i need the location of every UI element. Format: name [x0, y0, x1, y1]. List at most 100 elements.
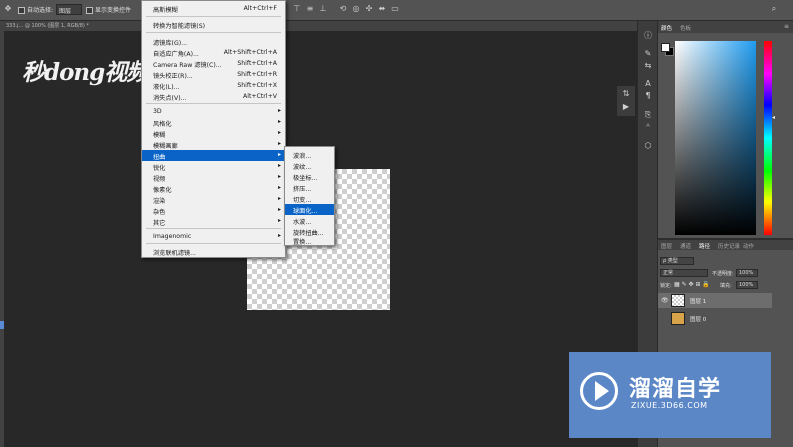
lock-label: 锁定:	[660, 283, 672, 289]
menu-item-video[interactable]: 视频 ▸	[142, 172, 285, 183]
submenu-item-pinch[interactable]: 挤压...	[285, 182, 334, 193]
play-icon[interactable]: ▶	[620, 102, 632, 112]
color-picker-field[interactable]	[675, 41, 756, 235]
submenu-item-polar-coordinates[interactable]: 极坐标...	[285, 171, 334, 182]
tab-channels[interactable]: 通道	[680, 242, 691, 250]
color-panel-tabs: 颜色 色板 ≡	[658, 21, 793, 33]
lock-icons[interactable]: ▦ ✎ ✥ ⊞ 🔒	[674, 281, 710, 288]
menu-item-lens-correction[interactable]: 镜头校正(R)... Shift+Ctrl+R	[142, 69, 285, 80]
auto-select-checkbox[interactable]: 自动选择:	[18, 5, 53, 14]
tab-layers-0[interactable]: 图层	[661, 242, 672, 250]
align-top-icon[interactable]: ⊤	[292, 4, 302, 14]
menu-item-render[interactable]: 渲染 ▸	[142, 194, 285, 205]
submenu-arrow-icon: ▸	[277, 232, 281, 239]
submenu-arrow-icon: ▸	[277, 151, 281, 158]
document-tab[interactable]: 333.j... @ 100% (图层 1, RGB/8) *	[6, 22, 89, 29]
brush-icon[interactable]: ✎	[642, 49, 654, 59]
submenu-arrow-icon: ▸	[277, 195, 281, 202]
filter-menu: 高斯模糊 Alt+Ctrl+F 转换为智能滤镜(S) 滤镜库(G)... 自适应广…	[141, 0, 286, 258]
menu-item-blur[interactable]: 模糊 ▸	[142, 128, 285, 139]
show-transform-checkbox[interactable]: 显示变换控件	[86, 5, 131, 14]
menu-item-noise[interactable]: 杂色 ▸	[142, 205, 285, 216]
visibility-eye-icon[interactable]: 👁	[661, 297, 669, 304]
menu-item-blur-gallery[interactable]: 模糊画廊 ▸	[142, 139, 285, 150]
opacity-label: 不透明度:	[712, 271, 734, 277]
hue-slider[interactable]	[764, 41, 772, 235]
layer-thumbnail	[671, 312, 685, 325]
menu-separator	[146, 32, 281, 33]
menu-separator	[146, 228, 281, 229]
submenu-arrow-icon: ▸	[277, 206, 281, 213]
auto-select-dropdown[interactable]: 图层	[56, 4, 82, 15]
menu-item-imagenomic[interactable]: Imagenomic ▸	[142, 231, 285, 242]
menu-separator	[146, 16, 281, 17]
menu-item-vanishing-point[interactable]: 消失点(V)... Alt+Ctrl+V	[142, 91, 285, 102]
submenu-item-shear[interactable]: 切变...	[285, 193, 334, 204]
menu-item-sharpen[interactable]: 锐化 ▸	[142, 161, 285, 172]
fill-input[interactable]: 100%	[736, 281, 758, 289]
layer-row-0[interactable]: 图层 0	[658, 311, 772, 326]
submenu-arrow-icon: ▸	[277, 118, 281, 125]
search-icon[interactable]: ⌕	[769, 4, 779, 14]
tab-paths[interactable]: 路径	[699, 242, 710, 250]
3d-roll-icon[interactable]: ◎	[351, 4, 361, 14]
distort-submenu: 波浪... 波纹... 极坐标... 挤压... 切变... 球面化... 水波…	[284, 146, 335, 246]
submenu-item-wave[interactable]: 波浪...	[285, 149, 334, 160]
menu-item-liquify[interactable]: 液化(L)... Shift+Ctrl+X	[142, 80, 285, 91]
canvas-mini-strip: ⇅ ▶	[617, 86, 635, 116]
menu-item-gaussian-blur[interactable]: 高斯模糊 Alt+Ctrl+F	[142, 3, 285, 14]
swap-icon[interactable]: ⇅	[620, 89, 632, 99]
foreground-color-swatch[interactable]	[661, 43, 670, 52]
document-tab-row: 333.j... @ 100% (图层 1, RGB/8) *	[0, 21, 637, 31]
menu-item-convert-smart-filter[interactable]: 转换为智能滤镜(S)	[142, 19, 285, 30]
submenu-arrow-icon: ▸	[277, 184, 281, 191]
tab-color[interactable]: 颜色	[661, 24, 672, 32]
submenu-arrow-icon: ▸	[277, 107, 281, 114]
watermark-subtitle: ZIXUE.3D66.COM	[631, 401, 708, 410]
info-icon[interactable]: ⓘ	[642, 31, 654, 41]
clone-source-icon[interactable]: ⎘	[642, 110, 654, 120]
3d-rotate-icon[interactable]: ⟲	[338, 4, 348, 14]
submenu-item-zigzag[interactable]: 水波...	[285, 215, 334, 226]
3d-slide-icon[interactable]: ⬌	[377, 4, 387, 14]
menu-item-browse-online-filters[interactable]: 浏览联机滤镜...	[142, 246, 285, 257]
align-middle-icon[interactable]: ≡	[305, 4, 315, 14]
submenu-arrow-icon: ▸	[277, 129, 281, 136]
3d-pan-icon[interactable]: ✣	[364, 4, 374, 14]
submenu-item-displace[interactable]: 置换...	[285, 235, 334, 246]
layer-name: 图层 1	[690, 299, 707, 305]
menu-item-pixelate[interactable]: 像素化 ▸	[142, 183, 285, 194]
layer-row-1[interactable]: 👁 图层 1	[658, 293, 772, 308]
character-icon[interactable]: A	[642, 79, 654, 89]
menu-separator	[146, 243, 281, 244]
align-bottom-icon[interactable]: ⊥	[318, 4, 328, 14]
paragraph-icon[interactable]: ¶	[642, 91, 654, 101]
checkbox-icon[interactable]	[18, 7, 25, 14]
tab-history[interactable]: 历史记录	[718, 242, 740, 250]
tab-actions[interactable]: 动作	[743, 242, 754, 250]
opacity-input[interactable]: 100%	[736, 269, 758, 277]
logo: 秒dong视频	[22, 59, 149, 86]
glyphs-icon[interactable]: ᴬ	[642, 122, 654, 132]
menu-item-filter-gallery[interactable]: 滤镜库(G)...	[142, 36, 285, 47]
submenu-item-ripple[interactable]: 波纹...	[285, 160, 334, 171]
menu-item-3d[interactable]: 3D ▸	[142, 106, 285, 117]
menu-item-other[interactable]: 其它 ▸	[142, 216, 285, 227]
hue-slider-handle-icon[interactable]: ◂	[772, 114, 775, 121]
panel-menu-icon[interactable]: ≡	[784, 23, 789, 30]
3d-scale-icon[interactable]: ▭	[390, 4, 400, 14]
3d-icon[interactable]: ⬡	[642, 141, 654, 151]
menu-item-camera-raw[interactable]: Camera Raw 滤镜(C)... Shift+Ctrl+A	[142, 58, 285, 69]
checkbox-icon[interactable]	[86, 7, 93, 14]
blend-mode-select[interactable]: 正常	[660, 269, 708, 277]
move-tool-icon[interactable]: ✥	[3, 4, 13, 14]
layer-kind-filter[interactable]: ρ 类型	[660, 257, 694, 265]
submenu-item-spherize[interactable]: 球面化...	[285, 204, 334, 215]
menu-item-adaptive-wide-angle[interactable]: 自适应广角(A)... Alt+Shift+Ctrl+A	[142, 47, 285, 58]
layers-panel-tabs: 图层 通道 路径 历史记录 动作	[658, 240, 793, 250]
tab-swatches[interactable]: 色板	[680, 24, 691, 32]
menu-item-stylize[interactable]: 风格化 ▸	[142, 117, 285, 128]
layer-thumbnail	[671, 294, 685, 307]
menu-item-distort[interactable]: 扭曲 ▸	[142, 150, 285, 161]
adjust-icon[interactable]: ⇆	[642, 61, 654, 71]
